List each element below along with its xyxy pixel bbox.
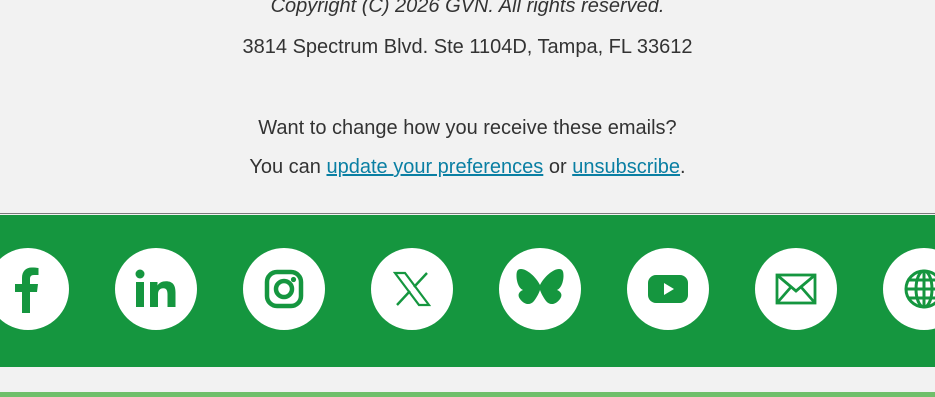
x-icon[interactable] (371, 248, 453, 330)
bottom-spacer (0, 367, 935, 392)
linkedin-icon[interactable] (115, 248, 197, 330)
update-preferences-link[interactable]: update your preferences (326, 156, 543, 178)
bottom-stripe (0, 392, 935, 397)
unsubscribe-link[interactable]: unsubscribe (572, 156, 680, 178)
pref-middle: or (543, 156, 573, 178)
instagram-icon[interactable] (243, 248, 325, 330)
change-prompt-text: Want to change how you receive these ema… (258, 117, 677, 139)
globe-icon[interactable] (883, 248, 935, 330)
preferences-line: You can update your preferences or unsub… (0, 153, 935, 181)
social-bar (0, 215, 935, 367)
bluesky-icon[interactable] (499, 248, 581, 330)
copyright-text: Copyright (C) 2026 GVN. All rights reser… (270, 0, 665, 17)
divider (0, 213, 935, 214)
email-icon[interactable] (755, 248, 837, 330)
pref-prefix: You can (249, 156, 327, 178)
youtube-icon[interactable] (627, 248, 709, 330)
pref-suffix: . (680, 156, 686, 178)
facebook-icon[interactable] (0, 248, 69, 330)
email-footer: Copyright (C) 2026 GVN. All rights reser… (0, 0, 935, 397)
address-text: 3814 Spectrum Blvd. Ste 1104D, Tampa, FL… (242, 36, 693, 58)
